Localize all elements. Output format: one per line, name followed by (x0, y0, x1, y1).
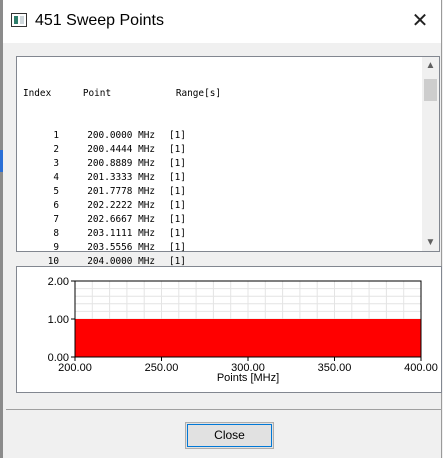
row-point: 200.4444 MHz (87, 144, 155, 155)
row-point: 200.8889 MHz (87, 158, 155, 169)
row-index: 7 (53, 214, 59, 225)
row-index: 3 (53, 158, 59, 169)
chart-svg: 200.00 250.00 300.00 350.00 400.000.001.002.… (48, 276, 438, 384)
row-point: 203.1111 MHz (87, 228, 155, 239)
y-tick-label: 0.00 (48, 352, 69, 364)
footer-separator (6, 409, 442, 410)
window-icon (11, 13, 27, 27)
header-range: Range[s] (175, 88, 221, 99)
title-bar[interactable]: 451 Sweep Points ✕ (3, 0, 441, 43)
row-point: 202.6667 MHz (87, 214, 155, 225)
window-title: 451 Sweep Points (35, 12, 164, 29)
row-index: 5 (53, 186, 59, 197)
x-axis-label: Points [MHz] (217, 372, 279, 384)
list-item[interactable]: 4 201.3333 MHz [1] (23, 171, 237, 185)
row-index: 9 (53, 242, 59, 253)
row-range: [1] (169, 228, 186, 239)
close-button[interactable]: Close (185, 422, 274, 449)
header-index: Index (23, 88, 52, 99)
row-point: 201.7778 MHz (87, 186, 155, 197)
list-item[interactable]: 9 203.5556 MHz [1] (23, 241, 237, 255)
row-point: 200.0000 MHz (87, 130, 155, 141)
row-range: [1] (169, 186, 186, 197)
list-item[interactable]: 8 203.1111 MHz [1] (23, 227, 237, 241)
list-item[interactable]: 3 200.8889 MHz [1] (23, 157, 237, 171)
row-range: [1] (169, 214, 186, 225)
row-range: [1] (169, 200, 186, 211)
table-header: Index Point Range[s] (23, 87, 237, 101)
row-point: 203.5556 MHz (87, 242, 155, 253)
row-range: [1] (169, 144, 186, 155)
row-range: [1] (169, 172, 186, 183)
list-item[interactable]: 1 200.0000 MHz [1] (23, 129, 237, 143)
row-range: [1] (169, 158, 186, 169)
row-index: 2 (53, 144, 59, 155)
list-item[interactable]: 5 201.7778 MHz [1] (23, 185, 237, 199)
x-tick-label: 250.00 (145, 362, 179, 374)
close-button-label: Close (214, 428, 245, 442)
header-point: Point (82, 88, 112, 99)
list-item[interactable]: 7 202.6667 MHz [1] (23, 213, 237, 227)
x-tick-label: 350.00 (318, 362, 352, 374)
close-icon[interactable]: ✕ (407, 8, 433, 34)
series-area (75, 319, 421, 357)
sweep-points-dialog: 451 Sweep Points ✕ Index Point Range[s] … (3, 0, 442, 458)
row-range: [1] (169, 242, 186, 253)
row-point: 202.2222 MHz (87, 200, 155, 211)
row-index: 1 (53, 130, 59, 141)
y-tick-label: 2.00 (48, 276, 69, 288)
row-index: 6 (53, 200, 59, 211)
list-item[interactable]: 6 202.2222 MHz [1] (23, 199, 237, 213)
scrollbar-thumb[interactable] (424, 79, 437, 101)
row-point: 201.3333 MHz (87, 172, 155, 183)
y-tick-label: 1.00 (48, 314, 69, 326)
scroll-down-icon[interactable]: ▼ (422, 234, 439, 251)
row-range: [1] (169, 130, 186, 141)
points-chart: 200.00 250.00 300.00 350.00 400.00 0.00 1.00 2.… (16, 266, 442, 393)
list-item[interactable]: 2 200.4444 MHz [1] (23, 143, 237, 157)
vertical-scrollbar[interactable]: ▲ ▼ (422, 57, 439, 251)
sweep-points-list[interactable]: Index Point Range[s] 1 200.0000 MHz [1] 2 20… (16, 56, 440, 309)
row-index: 8 (53, 228, 59, 239)
scroll-up-icon[interactable]: ▲ (422, 57, 439, 74)
row-index: 4 (53, 172, 59, 183)
x-tick-label: 400.00 (404, 362, 438, 374)
